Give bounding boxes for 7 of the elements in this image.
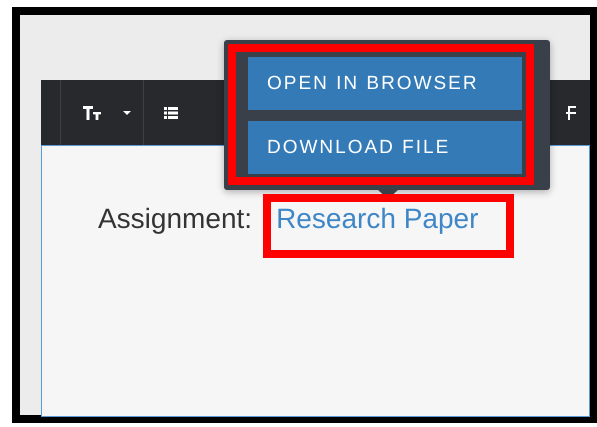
assignment-label: Assignment:: [98, 203, 252, 234]
research-paper-link[interactable]: Research Paper: [276, 203, 478, 234]
caret-icon[interactable]: [123, 110, 131, 114]
list-icon[interactable]: [164, 106, 178, 118]
open-in-browser-button[interactable]: OPEN IN BROWSER: [248, 57, 522, 110]
text-size-icon[interactable]: [83, 106, 101, 120]
download-file-button[interactable]: DOWNLOAD FILE: [248, 121, 522, 174]
